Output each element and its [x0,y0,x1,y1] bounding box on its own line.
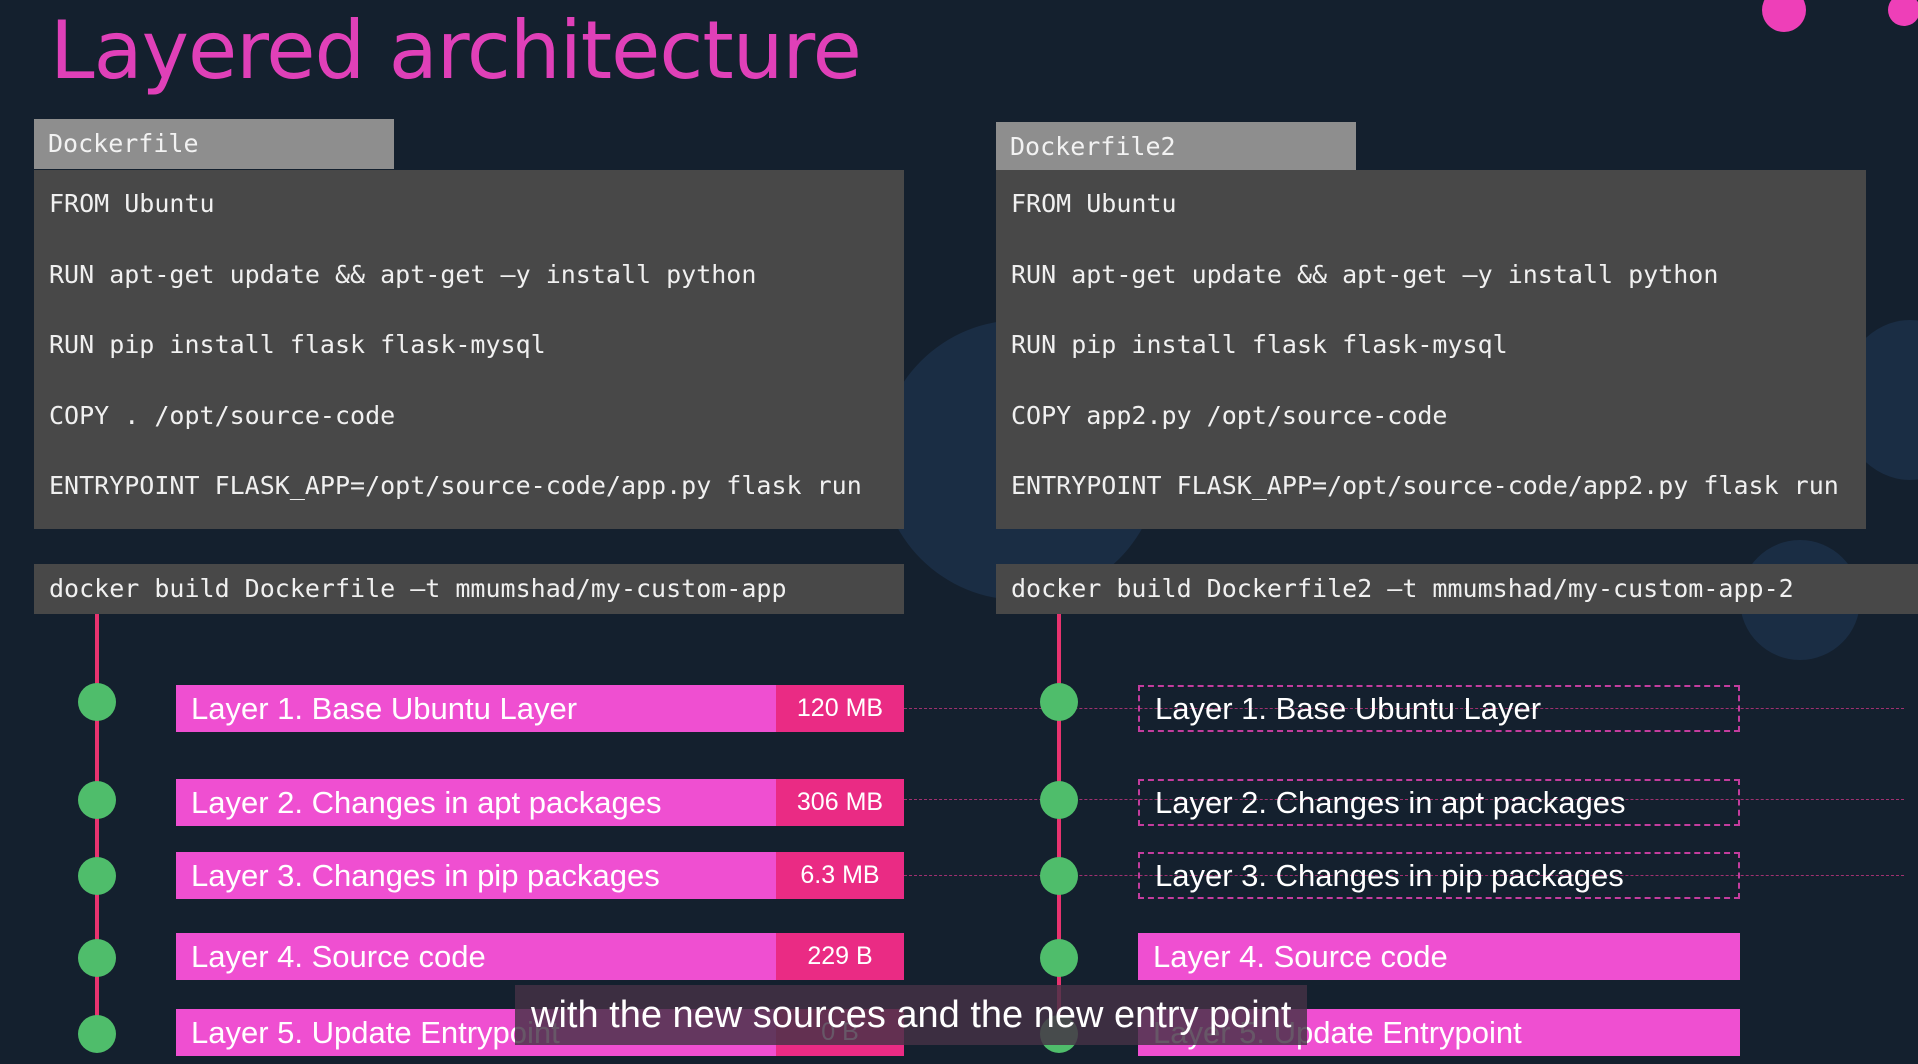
dockerfile2-tab[interactable]: Dockerfile2 [996,122,1356,172]
layer-node [1040,857,1078,895]
dockerfile-code: FROM Ubuntu RUN apt-get update && apt-ge… [34,170,904,529]
layer-bar: Layer 1. Base Ubuntu Layer [176,685,776,732]
dockerfile2-code: FROM Ubuntu RUN apt-get update && apt-ge… [996,170,1866,529]
layer-size: 6.3 MB [776,852,904,899]
layer-bar: Layer 2. Changes in apt packages [176,779,776,826]
decorative-dot [1888,0,1918,26]
code-line: COPY . /opt/source-code [49,400,396,430]
layer-node [1040,781,1078,819]
layer-bar: Layer 4. Source code [176,933,776,980]
layer-node [1040,683,1078,721]
layer-bar: Layer 4. Source code [1138,933,1740,980]
layer-size: 229 B [776,933,904,980]
code-line: ENTRYPOINT FLASK_APP=/opt/source-code/ap… [49,471,862,500]
layer-node [78,939,116,977]
layer-node [1040,939,1078,977]
code-line: COPY app2.py /opt/source-code [1011,400,1448,430]
layer-bar: Layer 3. Changes in pip packages [176,852,776,899]
layer-node [78,683,116,721]
layer-node [78,857,116,895]
layer-node [78,1015,116,1053]
layer-size: 306 MB [776,779,904,826]
video-caption: with the new sources and the new entry p… [515,985,1308,1045]
decorative-dot [1762,0,1806,32]
layer-node [78,781,116,819]
cached-layer: Layer 2. Changes in apt packages [1138,779,1740,826]
code-line: RUN apt-get update && apt-get –y install… [49,259,757,289]
cached-layer: Layer 1. Base Ubuntu Layer [1138,685,1740,732]
cached-layer: Layer 3. Changes in pip packages [1138,852,1740,899]
code-line: FROM Ubuntu [1011,189,1177,218]
code-line: ENTRYPOINT FLASK_APP=/opt/source-code/ap… [1011,471,1839,500]
code-line: FROM Ubuntu [49,189,215,218]
layer-size: 120 MB [776,685,904,732]
code-line: RUN pip install flask flask-mysql [1011,330,1508,359]
slide-title: Layered architecture [50,4,862,97]
build-command: docker build Dockerfile –t mmumshad/my-c… [34,564,904,614]
code-line: RUN apt-get update && apt-get –y install… [1011,259,1719,289]
build-command: docker build Dockerfile2 –t mmumshad/my-… [996,564,1918,614]
dockerfile-tab[interactable]: Dockerfile [34,119,394,169]
code-line: RUN pip install flask flask-mysql [49,330,546,359]
